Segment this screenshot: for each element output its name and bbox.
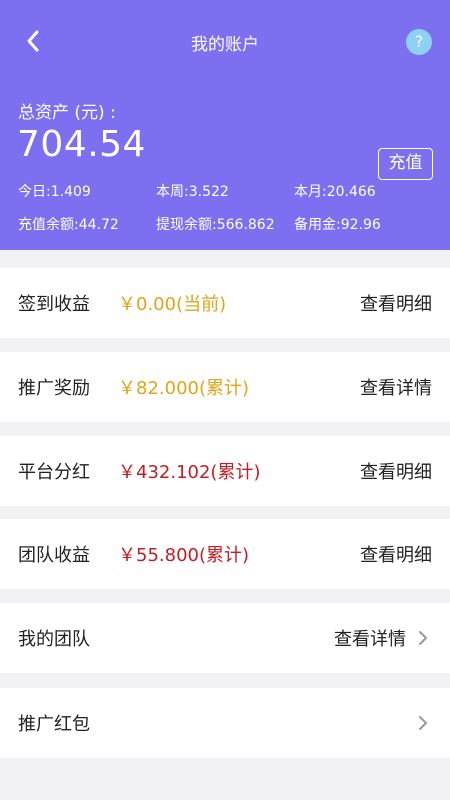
stat-recharge-balance: 充值余额:44.72 bbox=[18, 217, 119, 233]
chevron-right-icon bbox=[416, 716, 430, 730]
row-value: ￥0.00(当前) bbox=[118, 294, 227, 315]
view-details-link[interactable]: 查看详情 bbox=[360, 374, 432, 400]
stat-today: 今日:1.409 bbox=[18, 184, 91, 200]
row-value: ￥432.102(累计) bbox=[118, 462, 261, 483]
stat-withdraw-balance: 提现余额:566.862 bbox=[156, 217, 275, 233]
row-label: 推广红包 bbox=[18, 714, 90, 735]
list-item-promo-red-packet[interactable]: 推广红包 bbox=[0, 688, 450, 758]
account-header: 我的账户 ? 总资产 (元) : 704.54 充值 今日:1.409 本周:3… bbox=[0, 0, 450, 250]
row-label: 签到收益 bbox=[18, 294, 90, 315]
stat-week: 本周:3.522 bbox=[156, 184, 229, 200]
view-details-link[interactable]: 查看详情 bbox=[334, 625, 406, 651]
recharge-button[interactable]: 充值 bbox=[378, 148, 433, 180]
row-label: 我的团队 bbox=[18, 629, 90, 650]
view-details-link[interactable]: 查看明细 bbox=[360, 458, 432, 484]
row-value: ￥82.000(累计) bbox=[118, 378, 250, 399]
row-label: 团队收益 bbox=[18, 545, 90, 566]
page-title: 我的账户 bbox=[191, 35, 259, 55]
stat-reserve: 备用金:92.96 bbox=[294, 217, 381, 233]
list-item-checkin-earnings[interactable]: 签到收益 ￥0.00(当前) 查看明细 bbox=[0, 268, 450, 338]
row-value: ￥55.800(累计) bbox=[118, 545, 250, 566]
list-item-platform-dividend[interactable]: 平台分红 ￥432.102(累计) 查看明细 bbox=[0, 436, 450, 506]
row-label: 平台分红 bbox=[18, 462, 90, 483]
view-details-link[interactable]: 查看明细 bbox=[360, 290, 432, 316]
list-item-team-earnings[interactable]: 团队收益 ￥55.800(累计) 查看明细 bbox=[0, 519, 450, 589]
list-item-referral-reward[interactable]: 推广奖励 ￥82.000(累计) 查看详情 bbox=[0, 352, 450, 422]
total-assets-label: 总资产 (元) : bbox=[18, 103, 116, 123]
list-item-my-team[interactable]: 我的团队 查看详情 bbox=[0, 603, 450, 673]
total-assets-amount: 704.54 bbox=[17, 124, 146, 165]
help-icon[interactable]: ? bbox=[406, 29, 432, 55]
view-details-link[interactable]: 查看明细 bbox=[360, 541, 432, 567]
stat-month: 本月:20.466 bbox=[294, 184, 376, 200]
row-label: 推广奖励 bbox=[18, 378, 90, 399]
chevron-right-icon bbox=[416, 631, 430, 645]
